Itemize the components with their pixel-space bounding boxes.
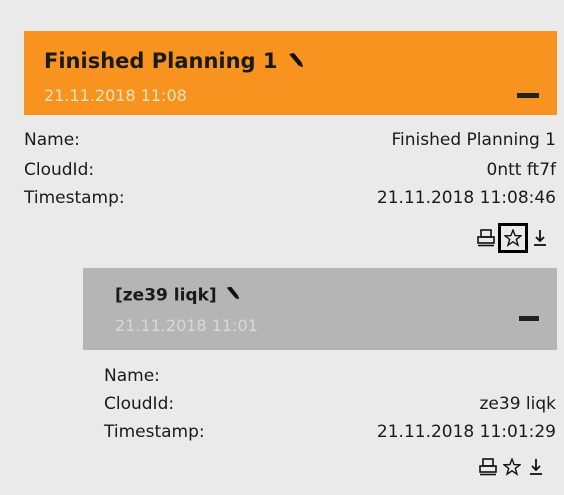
child-cloudid-label: CloudId: (104, 394, 175, 414)
child-cloudid-value: ze39 liqk (479, 394, 557, 414)
child-actions (476, 455, 548, 479)
pencil-icon[interactable] (223, 285, 241, 306)
child-name-label: Name: (104, 366, 160, 386)
child-subtitle: 21.11.2018 11:01 (115, 316, 258, 335)
planning-title-line: Finished Planning 1 (44, 49, 305, 74)
print-icon[interactable] (474, 226, 498, 250)
star-icon[interactable] (500, 455, 524, 479)
download-icon[interactable] (524, 455, 548, 479)
star-icon[interactable] (498, 223, 528, 253)
planning-subtitle: 21.11.2018 11:08 (44, 86, 187, 105)
name-value: Finished Planning 1 (391, 130, 557, 150)
download-icon[interactable] (528, 226, 552, 250)
minus-icon[interactable] (517, 93, 539, 98)
planning-title: Finished Planning 1 (44, 49, 278, 73)
timestamp-value: 21.11.2018 11:08:46 (376, 188, 556, 208)
child-title-line: [ze39 liqk] (115, 285, 241, 306)
child-title: [ze39 liqk] (115, 285, 217, 306)
pencil-icon[interactable] (285, 50, 305, 74)
cloudid-value: 0ntt ft7f (486, 160, 556, 180)
planning-actions (474, 223, 552, 253)
timestamp-label: Timestamp: (24, 188, 125, 208)
cloudid-label: CloudId: (24, 160, 95, 180)
name-label: Name: (24, 130, 80, 150)
child-timestamp-label: Timestamp: (104, 422, 205, 442)
minus-icon[interactable] (519, 316, 539, 321)
print-icon[interactable] (476, 455, 500, 479)
planning-header[interactable]: Finished Planning 1 21.11.2018 11:08 (24, 31, 557, 115)
child-timestamp-value: 21.11.2018 11:01:29 (376, 422, 556, 442)
planning-panel: Finished Planning 1 21.11.2018 11:08 Nam… (0, 0, 564, 495)
child-header[interactable]: [ze39 liqk] 21.11.2018 11:01 (83, 268, 557, 350)
